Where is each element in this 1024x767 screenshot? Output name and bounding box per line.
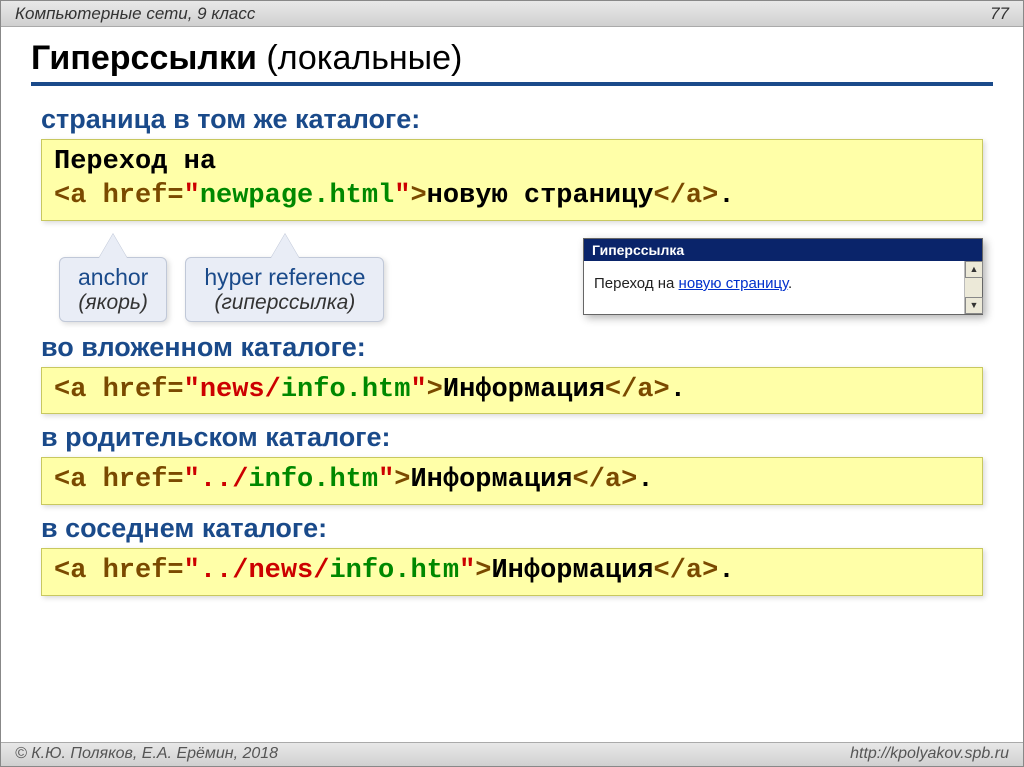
copyright: © К.Ю. Поляков, Е.А. Ерёмин, 2018	[15, 745, 278, 764]
slide-content: страница в том же каталоге: Переход на <…	[1, 90, 1023, 596]
callout-anchor-trans: (якорь)	[78, 291, 148, 315]
scroll-down-icon[interactable]: ▼	[965, 297, 983, 314]
section-same-dir: страница в том же каталоге:	[41, 104, 983, 135]
code-parent-dir: <a href="../info.htm">Информация</a>.	[41, 457, 983, 505]
code-sub-dir: <a href="news/info.htm">Информация</a>.	[41, 367, 983, 415]
slide-title: Гиперссылки (локальные)	[31, 39, 993, 86]
section-sibling-dir: в соседнем каталоге:	[41, 513, 983, 544]
browser-body: Переход на новую страницу. ▲ ▼	[584, 261, 982, 314]
browser-text-pre: Переход на	[594, 275, 679, 292]
browser-text-post: .	[788, 275, 792, 292]
footer-url: http://kpolyakov.spb.ru	[850, 745, 1009, 764]
callout-href-trans: (гиперссылка)	[204, 291, 365, 315]
code-sibling-dir: <a href="../news/info.htm">Информация</a…	[41, 548, 983, 596]
course-label: Компьютерные сети, 9 класс	[15, 4, 255, 24]
browser-titlebar: Гиперссылка	[584, 239, 982, 261]
section-sub-dir: во вложенном каталоге:	[41, 332, 983, 363]
page-number: 77	[990, 4, 1009, 24]
section-parent-dir: в родительском каталоге:	[41, 422, 983, 453]
scrollbar[interactable]: ▲ ▼	[964, 261, 982, 314]
browser-link[interactable]: новую страницу	[679, 275, 789, 292]
title-bold: Гиперссылки	[31, 39, 257, 77]
code-same-dir: Переход на <a href="newpage.html">новую …	[41, 139, 983, 221]
callout-href-term: hyper reference	[204, 264, 365, 291]
callout-href: hyper reference (гиперссылка)	[185, 257, 384, 322]
scroll-up-icon[interactable]: ▲	[965, 261, 983, 278]
slide-header: Компьютерные сети, 9 класс 77	[1, 1, 1023, 27]
slide-footer: © К.Ю. Поляков, Е.А. Ерёмин, 2018 http:/…	[1, 742, 1023, 766]
callout-anchor: anchor (якорь)	[59, 257, 167, 322]
browser-preview: Гиперссылка Переход на новую страницу. ▲…	[583, 238, 983, 315]
title-area: Гиперссылки (локальные)	[1, 27, 1023, 90]
callout-anchor-term: anchor	[78, 264, 148, 291]
title-rest: (локальные)	[257, 39, 462, 77]
